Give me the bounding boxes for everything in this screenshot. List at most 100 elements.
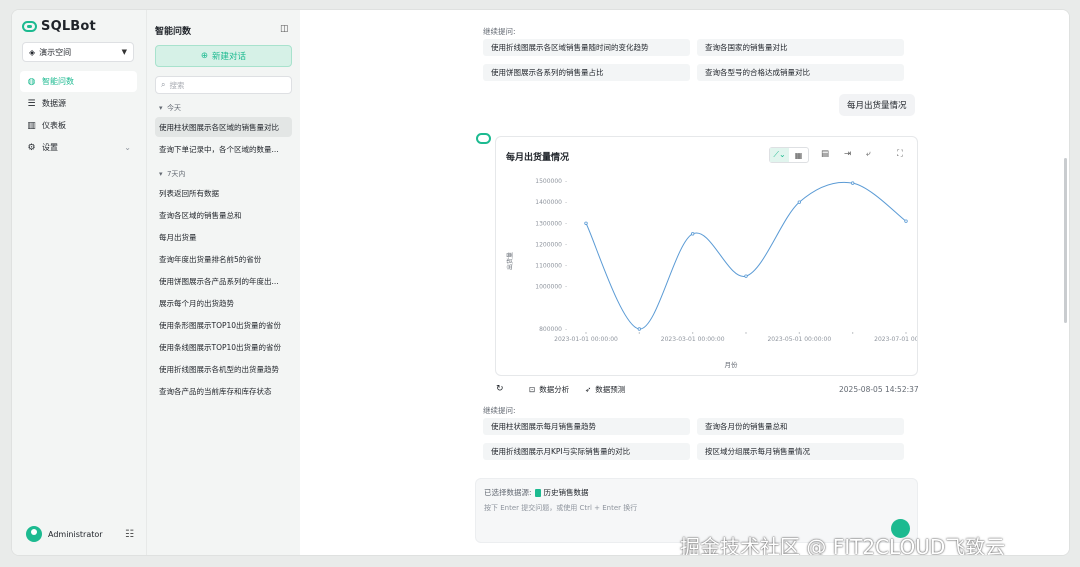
nav-item-dashboard[interactable]: ▥ 仪表板 [20, 115, 137, 136]
x-axis-label: 月份 [725, 360, 739, 369]
app-window: SQLBot ◈ 演示空间 ▼ ◍ 智能问数 ☰ 数据源 ▥ 仪表板 ⚙ 设置 … [12, 10, 1069, 555]
x-tick-mark [691, 332, 694, 334]
chat-item[interactable]: 使用条形图展示TOP10出货量的省份 [155, 315, 292, 335]
data-point[interactable] [797, 200, 802, 204]
data-point[interactable] [744, 274, 748, 278]
x-tick-mark [638, 332, 641, 334]
database-icon: ☰ [27, 98, 36, 109]
bot-avatar-icon [476, 133, 491, 144]
chat-item[interactable]: 查询年度出货量排名前5的省份 [155, 249, 292, 269]
brand: SQLBot [22, 19, 96, 34]
data-point[interactable] [850, 181, 855, 185]
x-tick-label: 2023-05-01 00:00:00 [767, 336, 831, 343]
suggestion-chip[interactable]: 查询各月份的销售量总和 [697, 418, 904, 435]
nav-item-settings[interactable]: ⚙ 设置 ⌄ [20, 137, 137, 158]
export-icon[interactable]: ⇥ [844, 149, 851, 159]
analysis-label: 数据分析 [539, 385, 570, 394]
rocket-icon: ➶ [585, 385, 592, 394]
y-tick-label: 1500000 [535, 178, 562, 185]
collapse-menu-icon[interactable]: ☷ [125, 529, 134, 540]
x-tick-label: 2023-03-01 00:00:00 [661, 336, 725, 343]
data-analysis-button[interactable]: ⊡ 数据分析 [529, 384, 569, 395]
sqlbot-logo-icon [22, 21, 37, 32]
y-tick-mark: - [565, 199, 567, 206]
chat-list-title: 智能问数 [155, 27, 192, 37]
table-icon[interactable]: ▦ [789, 148, 808, 162]
brand-name: SQLBot [41, 19, 96, 34]
nav-item-smart-query[interactable]: ◍ 智能问数 [20, 71, 137, 92]
nav-item-datasource[interactable]: ☰ 数据源 [20, 93, 137, 114]
group-today[interactable]: ▾ 今天 [159, 103, 181, 113]
user-profile[interactable]: Administrator [26, 526, 103, 542]
x-tick-mark [851, 332, 854, 334]
data-predict-button[interactable]: ➶ 数据预测 [585, 384, 625, 395]
data-point[interactable] [904, 219, 908, 223]
line-chart-icon[interactable]: ⟋⌄ [770, 148, 789, 162]
workspace-selector[interactable]: ◈ 演示空间 ▼ [22, 42, 134, 62]
followup-label: 继续提问: [483, 406, 516, 415]
chart-card: 每月出货量情况 ⟋⌄ ▦ ▤ ⇥ ⤶ ⛶ 出货量 月份 800000-10000… [495, 136, 918, 376]
chat-item[interactable]: 查询各区域的销售量总和 [155, 205, 292, 225]
nav-item-label: 仪表板 [42, 121, 66, 130]
group-label: 今天 [166, 104, 181, 112]
y-tick-label: 1100000 [535, 263, 562, 270]
nav-item-label: 数据源 [42, 99, 66, 108]
y-tick-mark: - [565, 178, 567, 185]
suggestion-chip[interactable]: 使用饼图展示各系列的销售量占比 [483, 64, 690, 81]
sql-icon[interactable]: ▤ [821, 149, 829, 159]
add-to-dashboard-icon[interactable]: ⤶ [866, 149, 871, 159]
x-tick-mark [905, 332, 907, 334]
chat-item[interactable]: 每月出货量 [155, 227, 292, 247]
suggestion-chip[interactable]: 使用柱状图展示每月销售量趋势 [483, 418, 690, 435]
y-tick-mark: - [565, 284, 567, 291]
watermark: 掘金技术社区 @ FIT2CLOUD飞致云 [680, 535, 1006, 555]
new-chat-label: 新建对话 [212, 52, 247, 62]
chat-item[interactable]: 使用饼图展示各产品系列的年度出... [155, 271, 292, 291]
y-tick-label: 1400000 [535, 199, 562, 206]
suggestion-chip[interactable]: 使用折线图展示月KPI与实际销售量的对比 [483, 443, 690, 460]
data-point[interactable] [690, 232, 695, 236]
refresh-icon: ↻ [496, 384, 504, 394]
group-week[interactable]: ▾ 7天内 [159, 169, 185, 179]
line-chart: 出货量 月份 800000 -1000000 -1100000 -1200000 -13… [506, 178, 917, 369]
chat-item[interactable]: 查询各产品的当前库存和库存状态 [155, 381, 292, 401]
vertical-scrollbar[interactable] [1064, 158, 1067, 323]
fullscreen-icon[interactable]: ⛶ [897, 149, 903, 159]
user-name: Administrator [48, 529, 103, 539]
chat-item[interactable]: 使用柱状图展示各区域的销售量对比 [155, 117, 292, 137]
chat-icon: ◍ [27, 76, 36, 87]
x-tick-mark [585, 332, 587, 334]
refresh-button[interactable]: ↻ [496, 384, 504, 394]
chat-item[interactable]: 查询下单记录中，各个区域的数量... [155, 139, 292, 159]
conversation-area: 继续提问: 使用折线图展示各区域销售量随时间的变化趋势 查询各国家的销售量对比 … [300, 10, 1069, 555]
sidebar-toggle-icon[interactable]: ◫ [280, 24, 289, 34]
datasource-indicator[interactable]: 已选择数据源: 历史销售数据 [484, 487, 589, 498]
y-tick-label: 1200000 [535, 241, 562, 248]
data-point[interactable] [637, 327, 642, 331]
dashboard-icon: ▥ [27, 120, 36, 131]
data-point[interactable] [584, 221, 588, 225]
x-tick-mark [745, 332, 747, 334]
question-input[interactable] [484, 503, 904, 533]
search-input[interactable] [169, 80, 280, 90]
new-chat-button[interactable]: ⊕ 新建对话 [155, 45, 292, 67]
datasource-name: 历史销售数据 [543, 488, 589, 497]
x-tick-label: 2023-07-01 00:00:00 [874, 336, 917, 343]
suggestion-chip[interactable]: 按区域分组展示每月销售量情况 [697, 443, 904, 460]
series-line [585, 181, 907, 330]
workspace-icon: ◈ [29, 47, 36, 57]
chat-list-panel: 智能问数 ◫ ⊕ 新建对话 ⌕ ▾ 今天 使用柱状图展示各区域的销售量对比 查询… [146, 10, 300, 555]
avatar [26, 526, 42, 542]
chat-item[interactable]: 使用折线图展示各机型的出货量趋势 [155, 359, 292, 379]
suggestion-chip[interactable]: 使用折线图展示各区域销售量随时间的变化趋势 [483, 39, 690, 56]
y-axis-label: 出货量 [506, 252, 514, 270]
suggestion-chip[interactable]: 查询各国家的销售量对比 [697, 39, 904, 56]
followup-label: 继续提问: [483, 27, 516, 36]
y-tick-mark: - [565, 241, 567, 248]
y-tick-label: 1300000 [535, 220, 562, 227]
search-icon: ⌕ [161, 80, 166, 89]
suggestion-chip[interactable]: 查询各型号的合格达成销量对比 [697, 64, 904, 81]
chat-item[interactable]: 列表返回所有数据 [155, 183, 292, 203]
chat-item[interactable]: 使用条线图展示TOP10出货量的省份 [155, 337, 292, 357]
chat-item[interactable]: 展示每个月的出货趋势 [155, 293, 292, 313]
